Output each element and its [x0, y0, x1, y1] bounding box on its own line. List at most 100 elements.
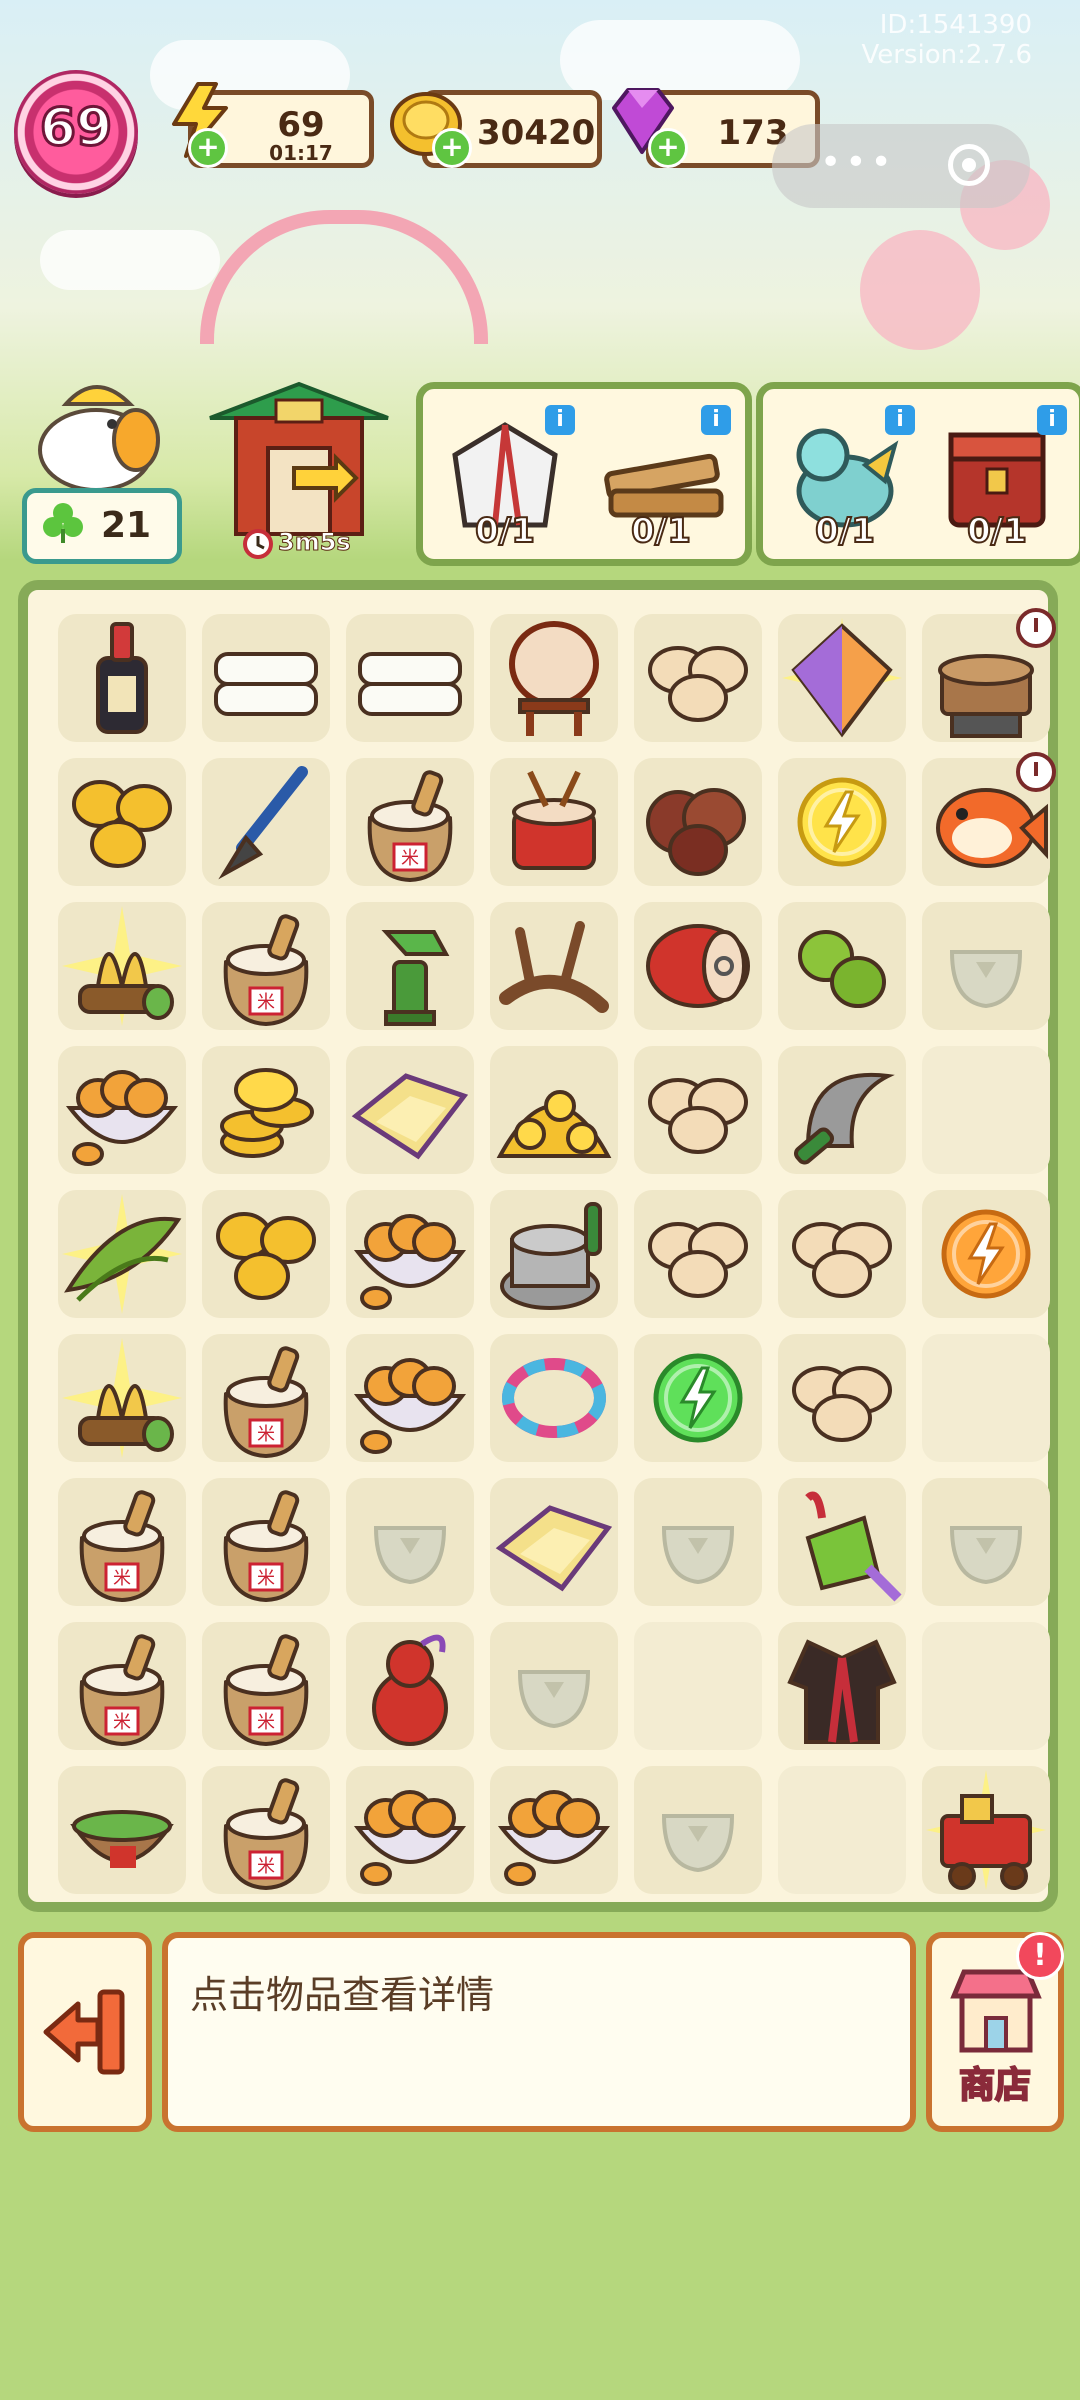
board-cell[interactable] — [778, 614, 906, 742]
board-cell[interactable]: 米 — [346, 758, 474, 886]
order-slot[interactable]: 0/1 i — [775, 405, 915, 552]
order-slot[interactable]: 0/1 i — [591, 405, 731, 552]
board-cell[interactable] — [778, 1334, 906, 1462]
board-cell[interactable] — [346, 1766, 474, 1894]
board-cell[interactable] — [778, 1190, 906, 1318]
sickle-icon — [793, 1072, 895, 1165]
board-cell[interactable] — [490, 1046, 618, 1174]
board-cell[interactable] — [346, 1190, 474, 1318]
board-cell[interactable] — [346, 1478, 474, 1606]
board-cell[interactable] — [202, 614, 330, 742]
board-cell[interactable] — [202, 1190, 330, 1318]
level-badge[interactable]: 69 — [14, 70, 138, 194]
menu-capsule[interactable]: ••• — [772, 124, 1030, 208]
board-cell[interactable]: 米 — [202, 1622, 330, 1750]
board-cell[interactable] — [922, 902, 1050, 1030]
board-cell[interactable] — [634, 1190, 762, 1318]
board-cell[interactable] — [490, 1622, 618, 1750]
board-cell[interactable] — [490, 1190, 618, 1318]
board-cell[interactable]: 米 — [202, 1478, 330, 1606]
board-cell[interactable] — [922, 1046, 1050, 1174]
board-cell[interactable] — [58, 1766, 186, 1894]
board-cell[interactable] — [922, 1334, 1050, 1462]
board-cell[interactable]: 米 — [202, 1334, 330, 1462]
walnut-bowl-icon — [497, 1790, 611, 1886]
shop-button[interactable]: 商店 ! — [926, 1932, 1064, 2132]
watermark-id: ID:1541390 — [879, 10, 1032, 40]
board-cell[interactable] — [922, 1766, 1050, 1894]
more-icon[interactable]: ••• — [820, 142, 896, 183]
clock-icon — [1016, 752, 1056, 792]
board-cell[interactable] — [58, 1334, 186, 1462]
board-cell[interactable] — [634, 1046, 762, 1174]
order-card-2[interactable]: 0/1 i 0/1 i — [756, 382, 1080, 566]
info-icon[interactable]: i — [545, 405, 575, 435]
level-value: 69 — [38, 97, 113, 160]
board-cell[interactable] — [922, 608, 1056, 742]
energy-add-button[interactable]: + — [188, 128, 228, 168]
board-cell[interactable] — [778, 758, 906, 886]
board-cell[interactable] — [634, 1766, 762, 1894]
star-counter[interactable]: 21 — [22, 488, 182, 564]
board-cell[interactable] — [778, 1478, 906, 1606]
coin-pile-icon — [216, 1212, 316, 1300]
order-card-1[interactable]: 0/1 i 0/1 i — [416, 382, 752, 566]
board-cell[interactable]: 米 — [202, 902, 330, 1030]
board-cell[interactable] — [58, 1190, 186, 1318]
board-cell[interactable] — [490, 1766, 618, 1894]
board-cell[interactable] — [346, 1046, 474, 1174]
exit-button[interactable] — [18, 1932, 152, 2132]
board-cell[interactable] — [58, 758, 186, 886]
board-cell[interactable] — [778, 1046, 906, 1174]
info-icon[interactable]: i — [701, 405, 731, 435]
coin-heap-icon — [496, 1090, 612, 1158]
board-cell[interactable]: 米 — [58, 1478, 186, 1606]
grain-sparkle-icon — [62, 1338, 182, 1458]
locked-icon — [949, 1526, 1023, 1585]
board-cell[interactable] — [202, 1046, 330, 1174]
wood-branch-icon — [499, 921, 609, 1013]
coins-add-button[interactable]: + — [432, 128, 472, 168]
board-cell[interactable] — [634, 614, 762, 742]
board-cell[interactable] — [778, 902, 906, 1030]
info-icon[interactable]: i — [1037, 405, 1067, 435]
board-cell[interactable] — [778, 1766, 906, 1894]
board-cell[interactable] — [346, 1622, 474, 1750]
gems-add-button[interactable]: + — [648, 128, 688, 168]
board-cell[interactable] — [922, 1622, 1050, 1750]
board-cell[interactable] — [634, 1334, 762, 1462]
board-cell[interactable] — [490, 614, 618, 742]
shop-stall-icon — [950, 1969, 1042, 2053]
locked-icon — [373, 1526, 447, 1585]
board-cell[interactable] — [634, 758, 762, 886]
board-cell[interactable] — [346, 902, 474, 1030]
order-slot[interactable]: 0/1 i — [927, 405, 1067, 552]
board-cell[interactable] — [58, 614, 186, 742]
board-cell[interactable] — [634, 902, 762, 1030]
board-cell[interactable]: 米 — [202, 1766, 330, 1894]
board-cell[interactable] — [58, 902, 186, 1030]
board-cell[interactable] — [490, 1334, 618, 1462]
board-cell[interactable] — [778, 1622, 906, 1750]
energy-coin-yellow-icon — [797, 777, 887, 867]
duck-character[interactable] — [26, 370, 176, 490]
dragon-boat-gate[interactable] — [206, 378, 392, 538]
board-cell[interactable] — [490, 758, 618, 886]
board-cell[interactable] — [58, 1046, 186, 1174]
board-cell[interactable] — [490, 1478, 618, 1606]
board-cell[interactable] — [922, 1190, 1050, 1318]
board-cell[interactable] — [922, 1478, 1050, 1606]
board-cell[interactable] — [634, 1478, 762, 1606]
board-cell[interactable]: 米 — [58, 1622, 186, 1750]
board-cell[interactable] — [634, 1622, 762, 1750]
order-slot[interactable]: 0/1 i — [435, 405, 575, 552]
board-cell[interactable] — [490, 902, 618, 1030]
energy-timer: 01:17 — [269, 141, 333, 165]
close-target-icon[interactable] — [948, 144, 990, 186]
board-cell[interactable] — [346, 1334, 474, 1462]
info-icon[interactable]: i — [885, 405, 915, 435]
board-cell[interactable] — [202, 758, 330, 886]
board-cell[interactable] — [346, 614, 474, 742]
board-cell[interactable] — [922, 752, 1056, 886]
dough-buns-icon — [648, 1078, 748, 1154]
